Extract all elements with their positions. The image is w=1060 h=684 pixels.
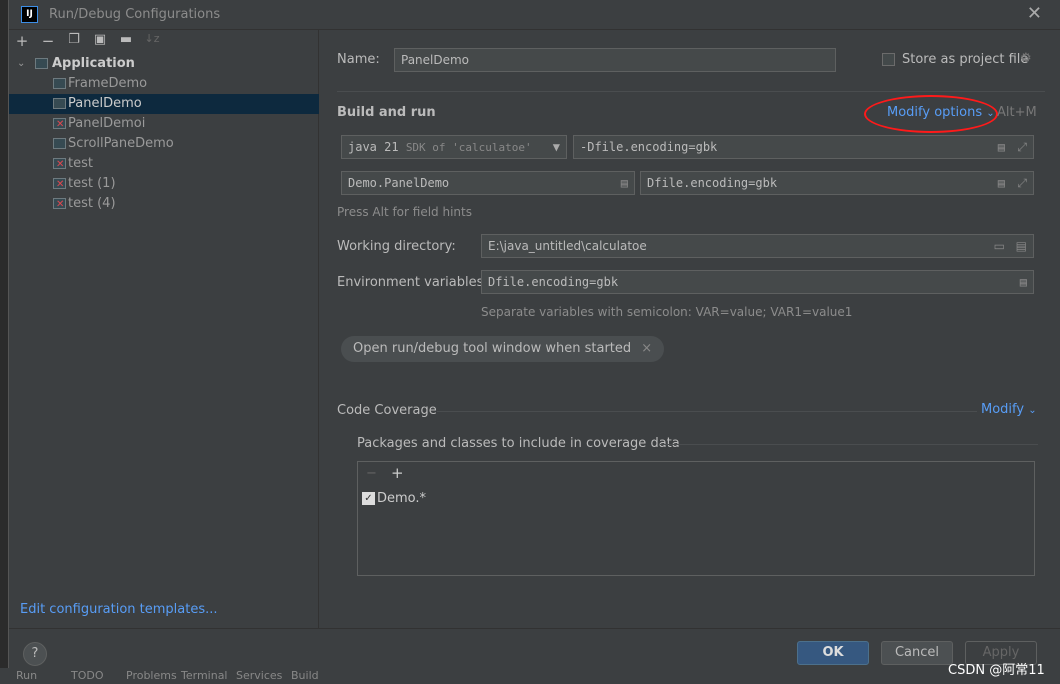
chevron-down-icon: ⌄ xyxy=(1028,405,1037,416)
chevron-down-icon[interactable]: ⌄ xyxy=(17,54,25,74)
store-label: Store as project file xyxy=(902,52,1029,67)
minus-icon[interactable]: − xyxy=(38,32,58,50)
application-config-icon xyxy=(53,78,66,89)
gear-icon[interactable]: ⚙ xyxy=(1020,51,1032,66)
save-icon[interactable]: ▣ xyxy=(90,32,110,47)
name-input[interactable]: PanelDemo xyxy=(394,48,836,72)
run-tool-window-chip[interactable]: Open run/debug tool window when started … xyxy=(341,336,665,362)
document-icon[interactable]: ▤ xyxy=(998,136,1005,158)
workdir-input[interactable]: E:\java_untitled\calculatoe ▭ ▤ xyxy=(481,234,1034,258)
tree-item-label: test xyxy=(68,156,93,171)
env-input[interactable]: Dfile.encoding=gbk ▤ xyxy=(481,270,1034,294)
ide-tab[interactable]: Build xyxy=(291,669,319,682)
close-icon[interactable]: ✕ xyxy=(1027,3,1042,24)
tree-item[interactable]: ✕ test (4) xyxy=(9,194,319,214)
ide-tab[interactable]: Terminal xyxy=(181,669,228,682)
help-button[interactable]: ? xyxy=(23,642,47,666)
tree-item-label: PanelDemoi xyxy=(68,116,146,131)
tree-item-label: FrameDemo xyxy=(68,76,148,91)
tree-root-label: Application xyxy=(52,56,135,71)
checkbox-checked-icon[interactable]: ✓ xyxy=(362,492,375,505)
tree-item[interactable]: PanelDemo xyxy=(9,94,319,114)
config-form: Name: PanelDemo Store as project file ⚙ … xyxy=(320,30,1060,628)
folder-icon[interactable]: ▭ xyxy=(994,235,1005,257)
browse-class-icon[interactable]: ▤ xyxy=(621,172,628,194)
error-x-icon: ✕ xyxy=(56,199,65,210)
ide-tab[interactable]: Run xyxy=(16,669,37,682)
plus-icon[interactable]: + xyxy=(12,32,32,50)
remove-chip-icon[interactable]: × xyxy=(641,341,652,356)
tree-root-application[interactable]: ⌄ Application xyxy=(9,54,319,74)
document-icon[interactable]: ▤ xyxy=(1020,271,1027,293)
ok-button[interactable]: OK xyxy=(797,641,869,665)
build-run-heading: Build and run xyxy=(337,105,436,120)
code-coverage-heading: Code Coverage xyxy=(337,403,437,418)
application-config-icon xyxy=(53,98,66,109)
env-label: Environment variables: xyxy=(337,275,488,290)
new-folder-icon[interactable]: ▬ xyxy=(116,32,136,47)
error-x-icon: ✕ xyxy=(56,119,65,130)
chevron-down-icon: ⌄ xyxy=(986,108,995,119)
tree-item[interactable]: ✕ test (1) xyxy=(9,174,319,194)
modify-shortcut: Alt+M xyxy=(997,105,1037,120)
jdk-value: java 21 xyxy=(348,140,399,154)
packages-list: − + ✓ Demo.* xyxy=(357,461,1035,576)
tree-item-label: test (1) xyxy=(68,176,116,191)
edit-templates-link[interactable]: Edit configuration templates... xyxy=(20,602,218,617)
application-config-icon: ✕ xyxy=(53,198,66,210)
intellij-logo: IJ xyxy=(21,6,38,23)
packages-label: Packages and classes to include in cover… xyxy=(357,436,680,451)
sort-az-icon[interactable]: ↓z xyxy=(142,32,162,45)
package-label: Demo.* xyxy=(377,491,427,506)
store-project-checkbox[interactable] xyxy=(882,53,895,66)
run-debug-dialog: IJ Run/Debug Configurations ✕ + − ❐ ▣ ▬ … xyxy=(8,0,1060,668)
application-config-icon: ✕ xyxy=(53,158,66,170)
ide-tab[interactable]: TODO xyxy=(71,669,104,682)
workdir-label: Working directory: xyxy=(337,239,456,254)
tree-item[interactable]: ScrollPaneDemo xyxy=(9,134,319,154)
cancel-button[interactable]: Cancel xyxy=(881,641,953,665)
ide-tab[interactable]: Problems xyxy=(126,669,177,682)
error-x-icon: ✕ xyxy=(56,159,65,170)
dialog-footer: ? OK Cancel Apply xyxy=(9,628,1060,668)
coverage-modify-link[interactable]: Modify ⌄ xyxy=(981,402,1037,417)
expand-icon[interactable]: ⤢ xyxy=(1017,136,1027,158)
jdk-hint: SDK of 'calculatoe' xyxy=(405,141,532,154)
application-config-icon: ✕ xyxy=(53,178,66,190)
env-hint: Separate variables with semicolon: VAR=v… xyxy=(481,305,853,319)
modify-options-link[interactable]: Modify options ⌄ xyxy=(887,105,995,120)
expand-icon[interactable]: ⤢ xyxy=(1017,172,1027,194)
name-label: Name: xyxy=(337,52,380,67)
program-args-input[interactable]: Dfile.encoding=gbk ▤ ⤢ xyxy=(640,171,1034,195)
watermark: CSDN @阿常11 xyxy=(948,663,1045,678)
window-title: Run/Debug Configurations xyxy=(49,7,221,22)
ide-tab[interactable]: Services xyxy=(236,669,282,682)
tree-item[interactable]: FrameDemo xyxy=(9,74,319,94)
add-package-icon[interactable]: + xyxy=(391,464,404,482)
tree-item-label: test (4) xyxy=(68,196,116,211)
application-icon xyxy=(35,58,48,69)
main-class-input[interactable]: Demo.PanelDemo ▤ xyxy=(341,171,635,195)
jdk-select[interactable]: java 21 SDK of 'calculatoe' ▼ xyxy=(341,135,567,159)
error-x-icon: ✕ xyxy=(56,179,65,190)
ide-tool-window-bar: Run TODO Problems Terminal Services Build xyxy=(0,668,1060,684)
copy-icon[interactable]: ❐ xyxy=(64,32,84,47)
document-icon[interactable]: ▤ xyxy=(1016,235,1027,257)
tree-item-label: ScrollPaneDemo xyxy=(68,136,174,151)
config-tree-panel: + − ❐ ▣ ▬ ↓z ⌄ Application FrameDemo Pane… xyxy=(9,30,319,628)
application-config-icon: ✕ xyxy=(53,118,66,130)
application-config-icon xyxy=(53,138,66,149)
vm-options-input[interactable]: -Dfile.encoding=gbk ▤ ⤢ xyxy=(573,135,1034,159)
tree-item[interactable]: ✕ test xyxy=(9,154,319,174)
title-bar: IJ Run/Debug Configurations ✕ xyxy=(9,0,1060,30)
tree-item-label: PanelDemo xyxy=(68,96,142,111)
document-icon[interactable]: ▤ xyxy=(998,172,1005,194)
tree-item[interactable]: ✕ PanelDemoi xyxy=(9,114,319,134)
field-hint: Press Alt for field hints xyxy=(337,205,472,219)
dropdown-arrow-icon: ▼ xyxy=(552,140,560,154)
remove-package-icon[interactable]: − xyxy=(366,466,377,481)
